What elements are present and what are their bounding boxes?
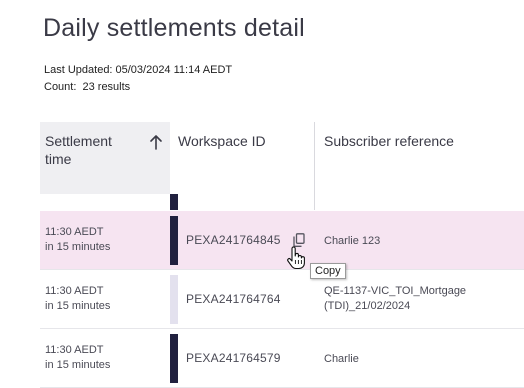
table-row[interactable]: 11:30 AEDT in 15 minutes PEXA241764845 C…: [40, 211, 524, 270]
settlement-time-cell: 11:30 AEDT in 15 minutes: [45, 343, 110, 373]
subscriber-reference-cell: Charlie: [324, 352, 359, 367]
copy-icon[interactable]: [293, 233, 305, 247]
column-header-label: Workspace ID: [178, 133, 266, 149]
last-updated-label: Last Updated:: [44, 64, 113, 76]
table-row[interactable]: 11:30 AEDT in 15 minutes PEXA241764764 Q…: [40, 270, 524, 329]
table-row[interactable]: 11:30 AEDT in 15 minutes PEXA241764579 C…: [40, 329, 524, 388]
subscriber-reference-cell: QE-1137-VIC_TOI_Mortgage (TDI)_21/02/202…: [324, 284, 466, 314]
status-bar: [170, 275, 178, 324]
settlement-relative-time: in 15 minutes: [45, 300, 111, 312]
subscriber-reference-line: QE-1137-VIC_TOI_Mortgage: [324, 285, 467, 297]
hand-cursor-icon: [287, 246, 305, 270]
column-header-workspace-id[interactable]: Workspace ID: [170, 122, 314, 194]
subscriber-reference-line: Charlie: [324, 353, 359, 365]
status-bar: [170, 194, 178, 210]
column-header-subscriber-reference[interactable]: Subscriber reference: [314, 122, 524, 194]
column-header-label: Subscriber reference: [324, 133, 454, 149]
column-divider: [314, 194, 315, 210]
last-updated-value: 05/03/2024 11:14 AEDT: [115, 64, 233, 76]
result-count: Count: 23 results: [44, 81, 130, 93]
count-label: Count:: [44, 81, 77, 93]
settlement-relative-time: in 15 minutes: [45, 241, 111, 253]
arrow-up-icon[interactable]: [149, 134, 163, 150]
workspace-id-cell: PEXA241764579: [186, 351, 281, 365]
count-value: 23 results: [82, 81, 131, 93]
last-updated: Last Updated: 05/03/2024 11:14 AEDT: [44, 64, 232, 76]
subscriber-reference-line: Charlie 123: [324, 235, 381, 247]
settlement-time: 11:30 AEDT: [45, 344, 104, 356]
settlements-table: Settlement time Workspace ID Subscriber …: [40, 122, 524, 388]
settlement-time: 11:30 AEDT: [45, 285, 104, 297]
column-header-label: Settlement time: [45, 133, 112, 167]
workspace-id-cell: PEXA241764764: [186, 292, 281, 306]
page-title: Daily settlements detail: [43, 14, 305, 42]
copy-tooltip: Copy: [310, 263, 346, 279]
subscriber-reference-cell: Charlie 123: [324, 234, 380, 249]
settlement-relative-time: in 15 minutes: [45, 359, 111, 371]
table-header: Settlement time Workspace ID Subscriber …: [40, 122, 524, 194]
column-header-settlement-time[interactable]: Settlement time: [40, 122, 170, 194]
settlement-time-cell: 11:30 AEDT in 15 minutes: [45, 284, 110, 314]
workspace-id-cell: PEXA241764845: [186, 233, 281, 247]
settlement-time-cell: 11:30 AEDT in 15 minutes: [45, 225, 110, 255]
subscriber-reference-line: (TDI)_21/02/2024: [324, 300, 411, 312]
status-bar: [170, 216, 178, 265]
settlement-time: 11:30 AEDT: [45, 226, 104, 238]
status-bar: [170, 334, 178, 383]
